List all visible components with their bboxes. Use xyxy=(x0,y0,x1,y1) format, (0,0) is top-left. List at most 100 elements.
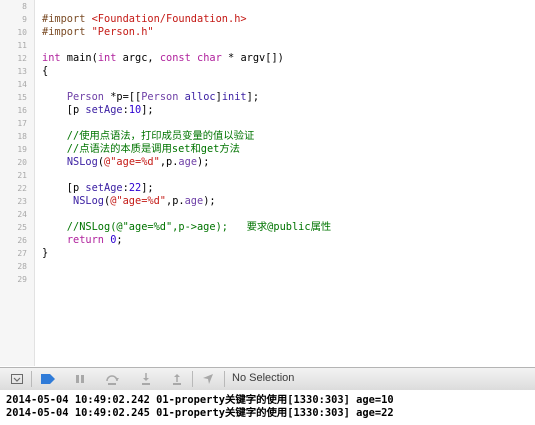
code-token: 22 xyxy=(128,182,142,194)
code-text: #import <Foundation/Foundation.h> xyxy=(42,13,247,26)
code-token: //点语法的本质是调用set和get方法 xyxy=(42,143,240,155)
code-text: int main(int argc, const char * argv[]) xyxy=(42,52,284,65)
code-token: main( xyxy=(60,52,98,64)
line-number: 14 xyxy=(17,80,27,89)
selection-label: No Selection xyxy=(232,372,295,384)
code-token: init xyxy=(221,91,247,103)
code-token: int xyxy=(97,52,117,64)
code-token: ,p. xyxy=(166,195,185,207)
code-line: 19 //点语法的本质是调用set和get方法 xyxy=(0,143,535,156)
code-line: 24 xyxy=(0,208,535,221)
code-line: 29 xyxy=(0,273,535,286)
code-text: Person *p=[[Person alloc]init]; xyxy=(42,91,259,104)
code-line: 22 [p setAge:22]; xyxy=(0,182,535,195)
code-token: const xyxy=(159,52,191,64)
code-text: //NSLog(@"age=%d",p->age); 要求@public属性 xyxy=(42,221,331,234)
hide-debug-area-icon[interactable] xyxy=(9,371,25,387)
code-token: ); xyxy=(197,156,210,168)
code-token: setAge xyxy=(85,182,123,194)
code-token: <Foundation/Foundation.h> xyxy=(91,13,247,25)
code-token: NSLog xyxy=(66,156,98,168)
code-token: ]; xyxy=(246,91,260,103)
code-token: argc, xyxy=(116,52,160,64)
code-text: //点语法的本质是调用set和get方法 xyxy=(42,143,240,156)
line-number: 8 xyxy=(22,2,27,11)
line-number: 17 xyxy=(17,119,27,128)
code-token: ); xyxy=(203,195,216,207)
code-text: NSLog(@"age=%d",p.age); xyxy=(42,156,210,169)
breakpoints-toggle-icon[interactable] xyxy=(40,371,56,387)
code-editor[interactable]: 8 9 #import <Foundation/Foundation.h> 10 #im… xyxy=(0,0,535,366)
code-token: "Person.h" xyxy=(91,26,154,38)
code-token: ]; xyxy=(141,182,154,194)
code-token: 10 xyxy=(128,104,142,116)
code-token: @"age=%d" xyxy=(110,195,166,207)
code-line: 13 { xyxy=(0,65,535,78)
code-token: [p xyxy=(42,182,86,194)
debug-bar-separator xyxy=(224,371,225,387)
code-token: ; xyxy=(116,234,123,246)
code-token: Person xyxy=(141,91,179,103)
line-number: 26 xyxy=(17,236,27,245)
code-text: [p setAge:10]; xyxy=(42,104,154,117)
code-token: { xyxy=(42,65,49,77)
line-number: 22 xyxy=(17,184,27,193)
code-line: 8 xyxy=(0,0,535,13)
code-line: 9 #import <Foundation/Foundation.h> xyxy=(0,13,535,26)
console-output[interactable]: 2014-05-04 10:49:02.242 01-property关键字的使… xyxy=(0,390,535,425)
code-token: [p xyxy=(42,104,86,116)
code-token: } xyxy=(42,247,49,259)
console-line: 2014-05-04 10:49:02.245 01-property关键字的使… xyxy=(6,407,394,419)
code-line: 20 NSLog(@"age=%d",p.age); xyxy=(0,156,535,169)
code-token: int xyxy=(42,52,61,64)
code-token: ]; xyxy=(141,104,154,116)
line-number: 12 xyxy=(17,54,27,63)
debug-bar: No Selection xyxy=(0,367,535,391)
line-number: 28 xyxy=(17,262,27,271)
location-icon[interactable] xyxy=(200,371,216,387)
code-line: 17 xyxy=(0,117,535,130)
code-line: 25 //NSLog(@"age=%d",p->age); 要求@public属… xyxy=(0,221,535,234)
code-token: char xyxy=(197,52,222,64)
line-number: 13 xyxy=(17,67,27,76)
line-number: 15 xyxy=(17,93,27,102)
code-text: //使用点语法，打印成员变量的值以验证 xyxy=(42,130,254,143)
code-line: 10 #import "Person.h" xyxy=(0,26,535,39)
code-token: age xyxy=(184,195,204,207)
code-token: NSLog xyxy=(73,195,104,207)
code-token: //NSLog(@"age=%d",p->age); 要求@public属性 xyxy=(42,221,332,233)
code-token: age xyxy=(178,156,198,168)
code-line: 14 xyxy=(0,78,535,91)
line-number: 10 xyxy=(17,28,27,37)
line-number: 9 xyxy=(22,15,27,24)
code-line: 15 Person *p=[[Person alloc]init]; xyxy=(0,91,535,104)
line-number: 21 xyxy=(17,171,27,180)
line-number: 11 xyxy=(17,41,27,50)
pause-icon[interactable] xyxy=(72,371,88,387)
line-number: 19 xyxy=(17,145,27,154)
code-token: *p=[[ xyxy=(104,91,142,103)
code-text: { xyxy=(42,65,48,78)
step-over-icon[interactable] xyxy=(104,371,120,387)
line-number: 27 xyxy=(17,249,27,258)
code-token: alloc xyxy=(184,91,216,103)
step-out-icon[interactable] xyxy=(169,371,185,387)
step-into-icon[interactable] xyxy=(138,371,154,387)
code-text: } xyxy=(42,247,48,260)
debug-bar-separator xyxy=(31,371,32,387)
debug-bar-separator xyxy=(192,371,193,387)
code-token: @"age=%d" xyxy=(104,156,160,168)
code-token: Person xyxy=(66,91,105,103)
line-number: 23 xyxy=(17,197,27,206)
code-token: //使用点语法，打印成员变量的值以验证 xyxy=(42,130,255,142)
console-line: 2014-05-04 10:49:02.242 01-property关键字的使… xyxy=(6,394,394,406)
line-number: 29 xyxy=(17,275,27,284)
code-line: 16 [p setAge:10]; xyxy=(0,104,535,117)
line-number: 18 xyxy=(17,132,27,141)
line-number: 16 xyxy=(17,106,27,115)
code-text: #import "Person.h" xyxy=(42,26,154,39)
code-line: 11 xyxy=(0,39,535,52)
